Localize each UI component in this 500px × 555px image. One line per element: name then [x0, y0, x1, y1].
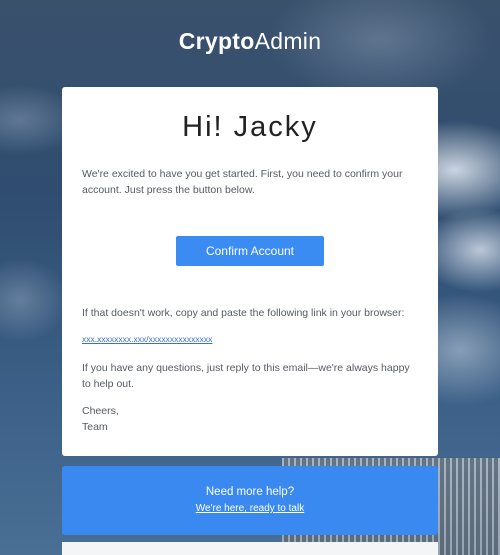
signature-text: Team [82, 421, 108, 433]
confirm-link[interactable]: xxx.xxxxxxxx.xxx/xxxxxxxxxxxxxxx [82, 334, 212, 344]
fallback-text: If that doesn't work, copy and paste the… [82, 307, 405, 319]
help-banner: Need more help? We're here, ready to tal… [62, 466, 438, 535]
help-contact-link[interactable]: We're here, ready to talk [196, 503, 304, 514]
help-link-wrapper: We're here, ready to talk [62, 503, 438, 514]
intro-text: We're excited to have you get started. F… [82, 168, 403, 196]
brand-logo: CryptoAdmin [0, 28, 500, 55]
greeting-heading: Hi! Jacky [182, 111, 318, 143]
brand-logo-light: Admin [254, 28, 322, 54]
footer-strip [62, 542, 438, 555]
questions-text: If you have any questions, just reply to… [82, 362, 410, 390]
confirm-account-button[interactable]: Confirm Account [176, 236, 324, 266]
help-title: Need more help? [205, 486, 295, 498]
signoff-text: Cheers, [82, 405, 119, 417]
brand-logo-bold: Crypto [178, 28, 255, 54]
email-card: Hi! Jacky We're excited to have you get … [62, 87, 438, 456]
